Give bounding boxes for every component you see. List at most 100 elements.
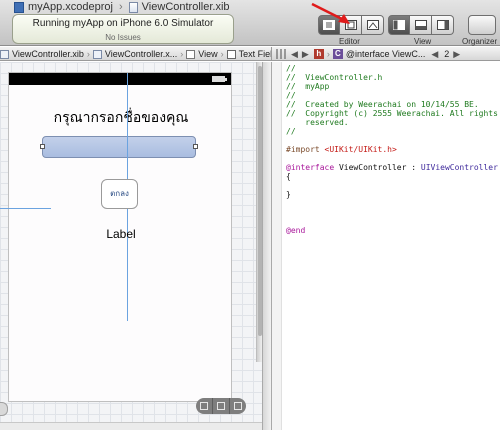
- code-line[interactable]: @end: [286, 226, 500, 235]
- code-line[interactable]: [286, 181, 500, 190]
- result-label[interactable]: Label: [9, 227, 233, 241]
- code-comment: // ViewController.h: [286, 73, 383, 82]
- code-text: }: [286, 190, 291, 199]
- version-editor-icon: [366, 20, 379, 30]
- view-segmented-control: [388, 15, 454, 35]
- resize-handle-left[interactable]: [40, 144, 45, 149]
- jump-bar: ViewController.xib › ViewController.x...…: [0, 47, 500, 61]
- code-line[interactable]: reserved.: [286, 118, 500, 127]
- code-line[interactable]: // myApp: [286, 82, 500, 91]
- crumb-text-field-label: Text Field: [238, 49, 271, 59]
- issues-count[interactable]: No Issues: [13, 33, 233, 42]
- code-line[interactable]: //: [286, 127, 500, 136]
- xib-file-icon: [0, 49, 9, 59]
- code-line[interactable]: [286, 217, 500, 226]
- header-file-icon: h: [313, 49, 324, 59]
- xib-file-icon: [92, 49, 102, 59]
- forward-arrow-icon[interactable]: ▶: [302, 49, 309, 60]
- code-gutter: [272, 62, 282, 430]
- code-line[interactable]: @interface ViewController : UIViewContro…: [286, 163, 500, 172]
- editor-split-divider[interactable]: [262, 62, 272, 430]
- zoom-out-button[interactable]: [196, 398, 213, 414]
- prompt-label[interactable]: กรุณากรอกชื่อของคุณ: [9, 107, 233, 129]
- jump-bar-left: ViewController.xib › ViewController.x...…: [0, 47, 272, 61]
- zoom-in-icon: [234, 402, 242, 410]
- standard-editor-button[interactable]: [318, 15, 340, 35]
- code-line[interactable]: // Copyright (c) 2555 Weerachai. All rig…: [286, 109, 500, 118]
- canvas-horizontal-scrollbar[interactable]: [0, 422, 262, 430]
- crumb-view-controller[interactable]: ViewController.x... ›: [92, 49, 186, 59]
- dock-toggle-handle[interactable]: [0, 402, 8, 416]
- ok-button[interactable]: ตกลง: [101, 179, 138, 209]
- jump-bar-right: ◀ ▶ h › C @interface ViewC... ◀ 2 ▶: [273, 47, 500, 61]
- file-tab-xib[interactable]: ViewController.xib: [128, 1, 230, 13]
- activity-status: Running myApp on iPhone 6.0 Simulator: [32, 18, 214, 29]
- related-items-icon[interactable]: [276, 49, 286, 59]
- code-line[interactable]: [286, 136, 500, 145]
- crumb-interface[interactable]: @interface ViewC...: [346, 49, 426, 59]
- code-comment: reserved.: [286, 118, 349, 127]
- code-string: <UIKit/UIKit.h>: [324, 145, 397, 154]
- back-arrow-icon[interactable]: ◀: [291, 49, 298, 60]
- organizer-label: Organizer: [462, 37, 498, 46]
- version-editor-button[interactable]: [362, 15, 384, 35]
- toggle-debug-area-button[interactable]: [410, 15, 432, 35]
- crumb-view-label: View: [198, 49, 218, 59]
- debug-panel-icon: [414, 20, 427, 30]
- status-bar: [9, 73, 231, 85]
- next-counterpart-icon[interactable]: ▶: [453, 49, 460, 60]
- organizer-button[interactable]: [468, 15, 496, 35]
- assistant-editor-button[interactable]: [340, 15, 362, 35]
- previous-counterpart-icon[interactable]: ◀: [431, 49, 438, 60]
- code-line[interactable]: [286, 154, 500, 163]
- zoom-in-button[interactable]: [230, 398, 246, 414]
- interface-builder-canvas[interactable]: กรุณากรอกชื่อของคุณ ตกลง Label: [0, 62, 262, 430]
- alignment-guide-horizontal: [0, 208, 51, 209]
- utilities-panel-icon: [436, 20, 449, 30]
- canvas-zoom-controls: [196, 398, 246, 414]
- file-tab-project[interactable]: myApp.xcodeproj: [14, 1, 113, 13]
- standard-editor-icon: [323, 20, 335, 30]
- project-icon: [14, 1, 24, 13]
- code-line[interactable]: // Created by Weerachai on 10/14/55 BE.: [286, 100, 500, 109]
- resize-handle-right[interactable]: [193, 144, 198, 149]
- code-line[interactable]: }: [286, 190, 500, 199]
- iphone-view[interactable]: กรุณากรอกชื่อของคุณ ตกลง Label: [8, 72, 232, 402]
- file-tab-project-label: myApp.xcodeproj: [28, 1, 113, 13]
- zoom-actual-icon: [217, 402, 225, 410]
- code-comment: //: [286, 64, 296, 73]
- crumb-view-controller-label: ViewController.x...: [104, 49, 178, 59]
- code-comment: // Created by Weerachai on 10/14/55 BE.: [286, 100, 479, 109]
- code-editor[interactable]: //// ViewController.h// myApp//// Create…: [286, 64, 500, 430]
- toggle-navigator-button[interactable]: [388, 15, 410, 35]
- navigator-panel-icon: [393, 20, 405, 30]
- code-identifier: ViewController :: [338, 163, 421, 172]
- code-text: {: [286, 172, 291, 181]
- code-line[interactable]: #import <UIKit/UIKit.h>: [286, 145, 500, 154]
- file-tabs: myApp.xcodeproj › ViewController.xib: [0, 0, 230, 14]
- name-text-field[interactable]: [40, 136, 198, 158]
- code-directive: #import: [286, 145, 325, 154]
- zoom-actual-button[interactable]: [213, 398, 230, 414]
- code-comment: // myApp: [286, 82, 330, 91]
- window-toolbar: myApp.xcodeproj › ViewController.xib Run…: [0, 0, 500, 46]
- code-line[interactable]: {: [286, 172, 500, 181]
- code-line[interactable]: // ViewController.h: [286, 73, 500, 82]
- editor-label: Editor: [339, 37, 360, 46]
- class-icon: C: [332, 49, 343, 59]
- code-class-name: UIViewController: [420, 163, 498, 172]
- activity-viewer: Running myApp on iPhone 6.0 Simulator No…: [12, 14, 234, 44]
- code-line[interactable]: [286, 208, 500, 217]
- toggle-utilities-button[interactable]: [432, 15, 454, 35]
- code-comment: //: [286, 91, 296, 100]
- code-line[interactable]: [286, 199, 500, 208]
- chevron-right-icon: ›: [220, 49, 224, 59]
- chevron-right-icon: ›: [86, 49, 90, 59]
- crumb-xib-file[interactable]: ViewController.xib ›: [0, 49, 93, 59]
- code-line[interactable]: //: [286, 64, 500, 73]
- crumb-view[interactable]: View ›: [186, 49, 226, 59]
- code-line[interactable]: //: [286, 91, 500, 100]
- tab-separator: ›: [119, 1, 123, 13]
- crumb-text-field[interactable]: Text Field: [226, 49, 271, 59]
- code-comment: // Copyright (c) 2555 Weerachai. All rig…: [286, 109, 498, 118]
